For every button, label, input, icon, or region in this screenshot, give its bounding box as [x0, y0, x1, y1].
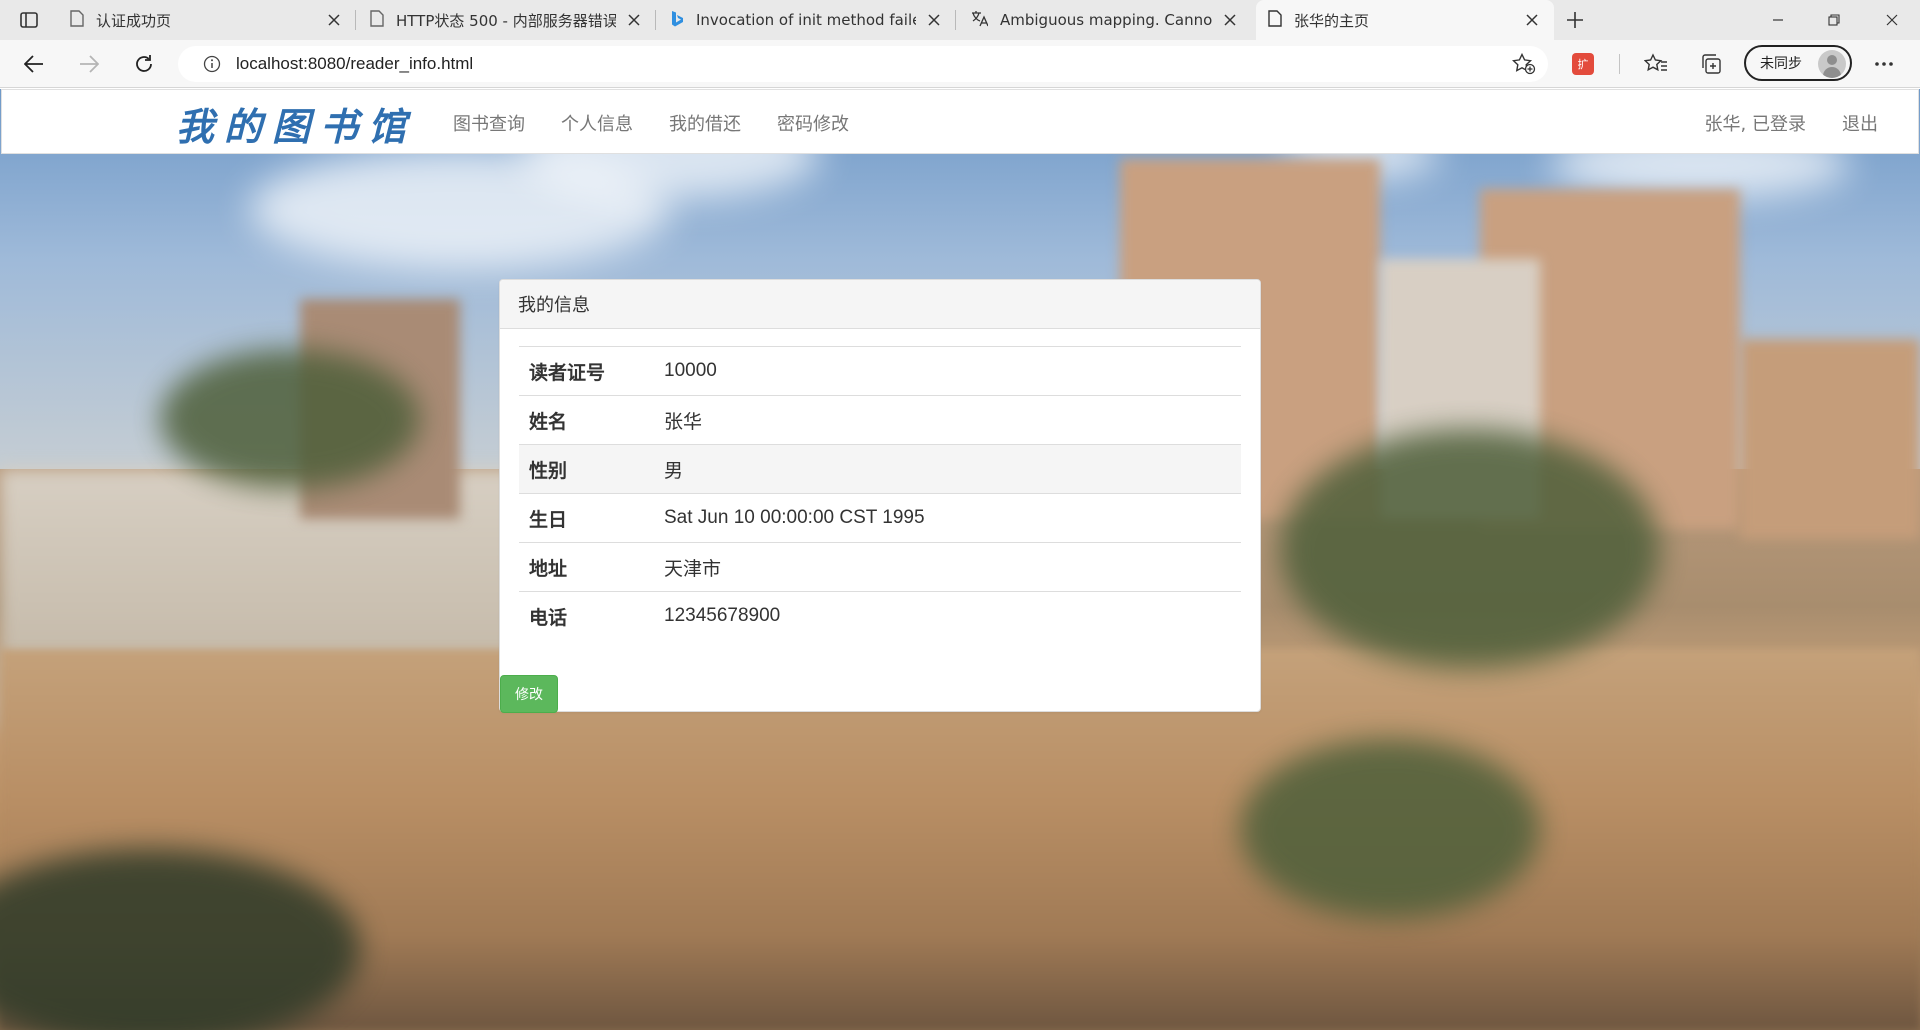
panel-title: 我的信息: [500, 280, 1260, 329]
close-icon[interactable]: [624, 10, 644, 30]
close-icon[interactable]: [1220, 10, 1240, 30]
profile-button[interactable]: 未同步: [1744, 45, 1852, 81]
close-icon[interactable]: [1522, 10, 1542, 30]
field-value: Sat Jun 10 00:00:00 CST 1995: [664, 493, 1241, 543]
reader-info-panel: 我的信息 读者证号 10000 姓名 张华 性别 男 生日 Sat Jun 10…: [499, 279, 1261, 713]
minimize-icon[interactable]: [1750, 0, 1806, 40]
more-icon[interactable]: [1866, 47, 1902, 81]
tab-title: Ambiguous mapping. Cannot ma: [1000, 11, 1212, 29]
tab-1[interactable]: 认证成功页: [58, 0, 356, 40]
tab-separator: [655, 10, 656, 30]
field-value: 天津市: [664, 542, 1241, 592]
table-row: 地址 天津市: [519, 542, 1241, 592]
page-icon: [70, 9, 84, 31]
collections-icon[interactable]: [1693, 47, 1729, 81]
tab-actions-icon[interactable]: [14, 8, 44, 32]
field-label: 电话: [519, 591, 664, 641]
tab-5-active[interactable]: 张华的主页: [1256, 0, 1554, 40]
page-icon: [1268, 9, 1282, 31]
table-row: 生日 Sat Jun 10 00:00:00 CST 1995: [519, 493, 1241, 543]
avatar: [1818, 50, 1846, 78]
logout-link[interactable]: 退出: [1842, 110, 1878, 136]
field-value: 12345678900: [664, 591, 1241, 641]
nav-links: 图书查询 个人信息 我的借还 密码修改: [453, 90, 885, 155]
nav-personal-info[interactable]: 个人信息: [561, 110, 633, 136]
user-status-link[interactable]: 张华, 已登录: [1705, 110, 1806, 136]
table-row: 读者证号 10000: [519, 346, 1241, 396]
tab-strip: 认证成功页 HTTP状态 500 - 内部服务器错误 Invocation of…: [0, 0, 1920, 40]
forward-icon[interactable]: [71, 47, 107, 81]
new-tab-button[interactable]: [1560, 6, 1590, 34]
tab-3[interactable]: Invocation of init method failed;: [658, 0, 956, 40]
field-label: 性别: [519, 444, 664, 494]
info-icon[interactable]: [192, 55, 232, 73]
table-row: 电话 12345678900: [519, 591, 1241, 641]
refresh-icon[interactable]: [126, 47, 162, 81]
address-bar[interactable]: localhost:8080/reader_info.html: [178, 46, 1548, 82]
close-icon[interactable]: [324, 10, 344, 30]
toolbar-separator: [1619, 54, 1620, 74]
field-label: 地址: [519, 542, 664, 592]
field-value: 张华: [664, 395, 1241, 445]
field-value: 10000: [664, 346, 1241, 396]
tab-title: 张华的主页: [1294, 11, 1370, 30]
field-label: 姓名: [519, 395, 664, 445]
page-icon: [370, 9, 384, 31]
tab-separator: [355, 10, 356, 30]
site-logo[interactable]: 我的图书馆: [176, 96, 416, 151]
extension-icon[interactable]: 扩: [1572, 53, 1594, 75]
close-icon[interactable]: [924, 10, 944, 30]
browser-toolbar: localhost:8080/reader_info.html 扩 未同步: [0, 40, 1920, 88]
window-close-icon[interactable]: [1864, 0, 1920, 40]
edit-button[interactable]: 修改: [500, 675, 558, 713]
page-viewport: 我的图书馆 图书查询 个人信息 我的借还 密码修改 张华, 已登录 退出 我的信…: [0, 89, 1920, 1030]
tab-4[interactable]: Ambiguous mapping. Cannot ma: [958, 0, 1252, 40]
back-icon[interactable]: [16, 47, 52, 81]
tab-title: Invocation of init method failed;: [696, 11, 916, 29]
field-label: 读者证号: [519, 346, 664, 396]
restore-icon[interactable]: [1806, 0, 1862, 40]
add-favorite-icon[interactable]: [1511, 52, 1536, 79]
bing-icon: [670, 10, 684, 31]
url-text: localhost:8080/reader_info.html: [236, 54, 474, 73]
nav-user-area: 张华, 已登录 退出: [1669, 90, 1878, 155]
nav-book-search[interactable]: 图书查询: [453, 110, 525, 136]
profile-label: 未同步: [1760, 56, 1802, 72]
table-row: 性别 男: [519, 444, 1241, 494]
favorites-icon[interactable]: [1638, 47, 1674, 81]
field-value: 男: [664, 444, 1241, 494]
table-row: 姓名 张华: [519, 395, 1241, 445]
field-label: 生日: [519, 493, 664, 543]
tab-title: 认证成功页: [96, 11, 172, 30]
translate-icon: [970, 10, 989, 31]
site-navbar: 我的图书馆 图书查询 个人信息 我的借还 密码修改 张华, 已登录 退出: [1, 89, 1919, 154]
tab-2[interactable]: HTTP状态 500 - 内部服务器错误: [358, 0, 656, 40]
tab-separator: [955, 10, 956, 30]
nav-my-loans[interactable]: 我的借还: [669, 110, 741, 136]
tab-title: HTTP状态 500 - 内部服务器错误: [396, 11, 616, 30]
reader-info-table: 读者证号 10000 姓名 张华 性别 男 生日 Sat Jun 10 00:0…: [519, 346, 1241, 641]
nav-change-password[interactable]: 密码修改: [777, 110, 849, 136]
